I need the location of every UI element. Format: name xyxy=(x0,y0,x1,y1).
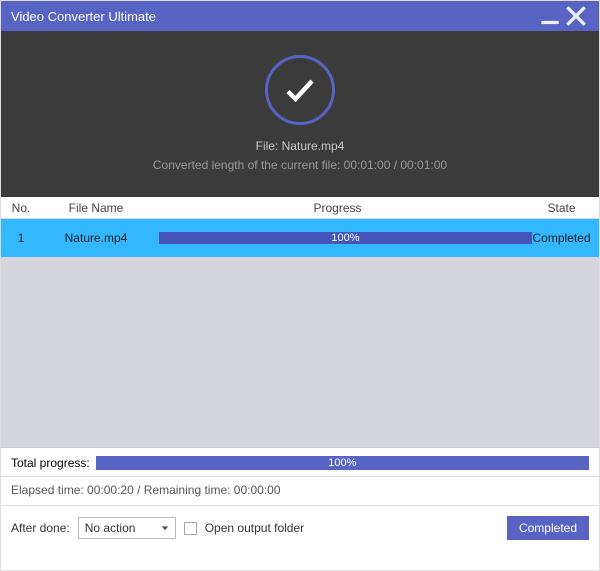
completed-button[interactable]: Completed xyxy=(507,516,589,540)
elapsed-remaining-label: Elapsed time: 00:00:20 / Remaining time:… xyxy=(11,483,281,497)
current-file-label: File: Nature.mp4 xyxy=(256,139,345,153)
after-done-selected: No action xyxy=(85,521,136,535)
after-done-label: After done: xyxy=(11,521,70,535)
total-progress-bar: 100% xyxy=(96,456,589,470)
row-no: 1 xyxy=(1,231,41,245)
total-progress-label: Total progress: xyxy=(11,456,90,470)
table-header: No. File Name Progress State xyxy=(1,197,599,219)
row-filename: Nature.mp4 xyxy=(41,231,151,245)
total-progress-section: Total progress: 100% xyxy=(1,447,599,477)
footer: After done: No action Open output folder… xyxy=(1,506,599,550)
empty-list-area xyxy=(1,257,599,447)
col-header-progress: Progress xyxy=(151,201,524,215)
row-state: Completed xyxy=(524,231,599,245)
converted-length-label: Converted length of the current file: 00… xyxy=(153,158,447,172)
after-done-select[interactable]: No action xyxy=(78,517,176,539)
chevron-down-icon xyxy=(161,521,169,535)
row-progress-text: 100% xyxy=(331,232,359,244)
open-output-checkbox[interactable] xyxy=(184,522,197,535)
titlebar: Video Converter Ultimate xyxy=(1,1,599,31)
status-header: File: Nature.mp4 Converted length of the… xyxy=(1,31,599,197)
col-header-no: No. xyxy=(1,201,41,215)
open-output-label: Open output folder xyxy=(205,521,304,535)
row-progress-bar: 100% xyxy=(159,232,532,244)
close-button[interactable] xyxy=(563,3,589,29)
col-header-state: State xyxy=(524,201,599,215)
minimize-button[interactable] xyxy=(537,3,563,29)
success-check-icon xyxy=(265,55,335,125)
row-progress: 100% xyxy=(151,232,524,244)
time-section: Elapsed time: 00:00:20 / Remaining time:… xyxy=(1,477,599,506)
window-title: Video Converter Ultimate xyxy=(11,9,537,24)
total-progress-text: 100% xyxy=(328,457,356,469)
table-row[interactable]: 1 Nature.mp4 100% Completed xyxy=(1,219,599,257)
col-header-filename: File Name xyxy=(41,201,151,215)
